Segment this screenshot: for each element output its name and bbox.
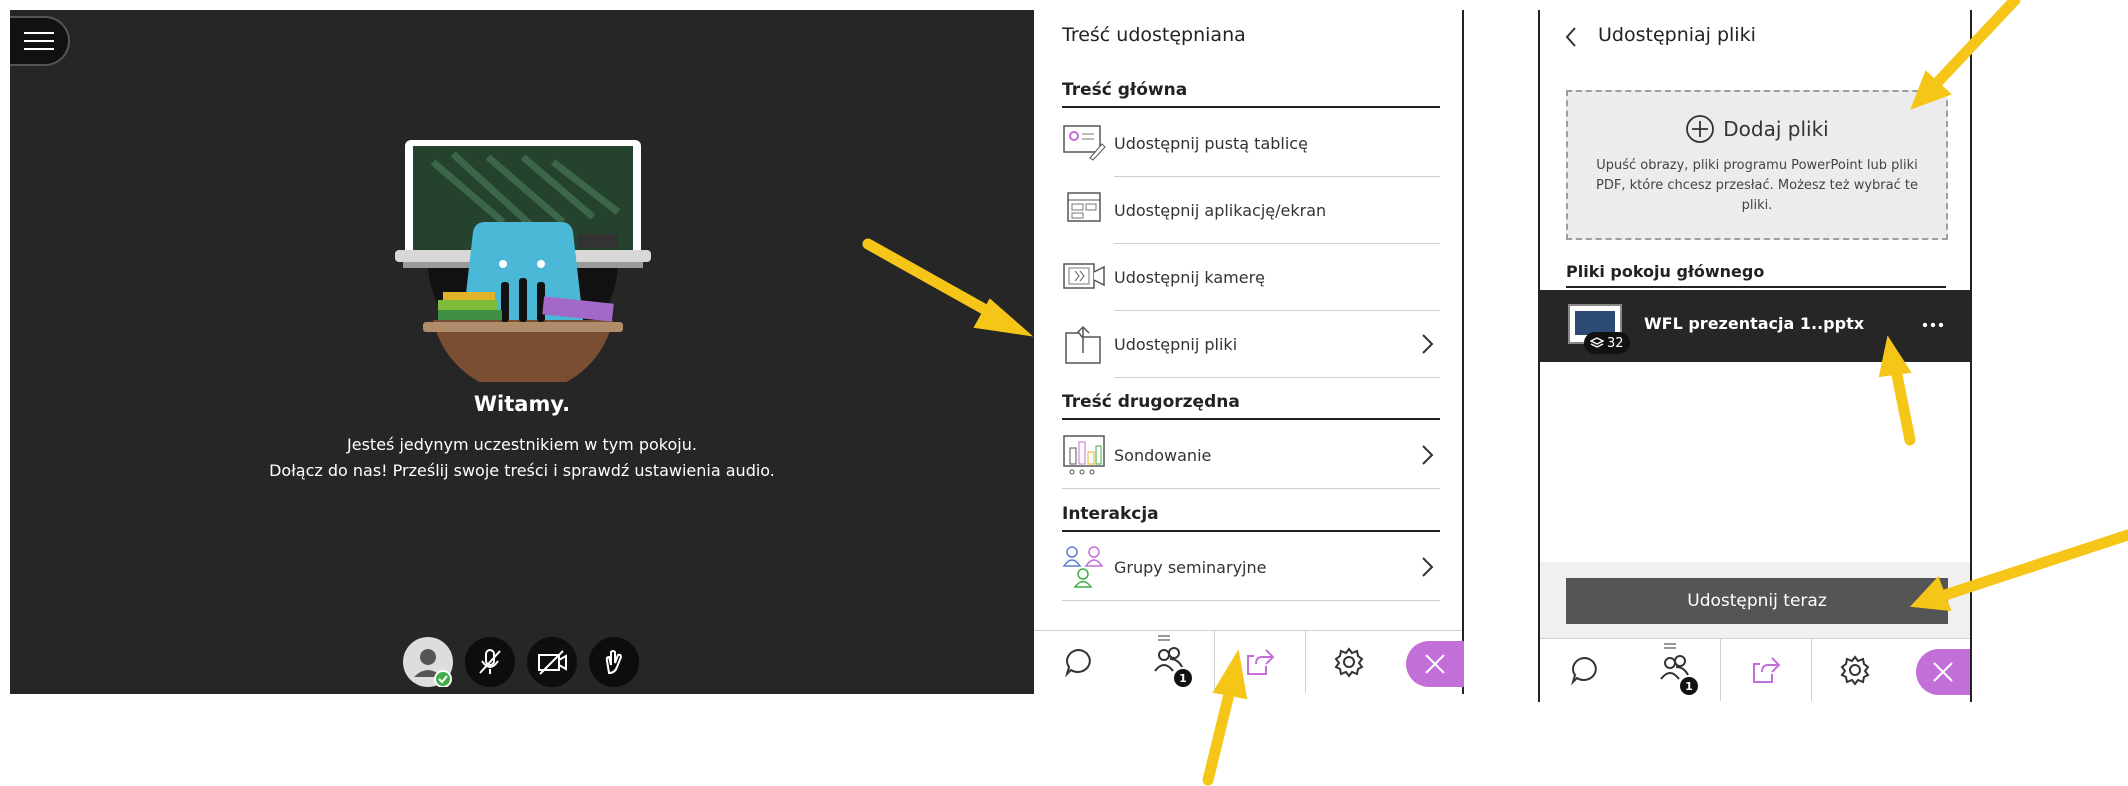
annotation-arrows (862, 0, 2128, 786)
